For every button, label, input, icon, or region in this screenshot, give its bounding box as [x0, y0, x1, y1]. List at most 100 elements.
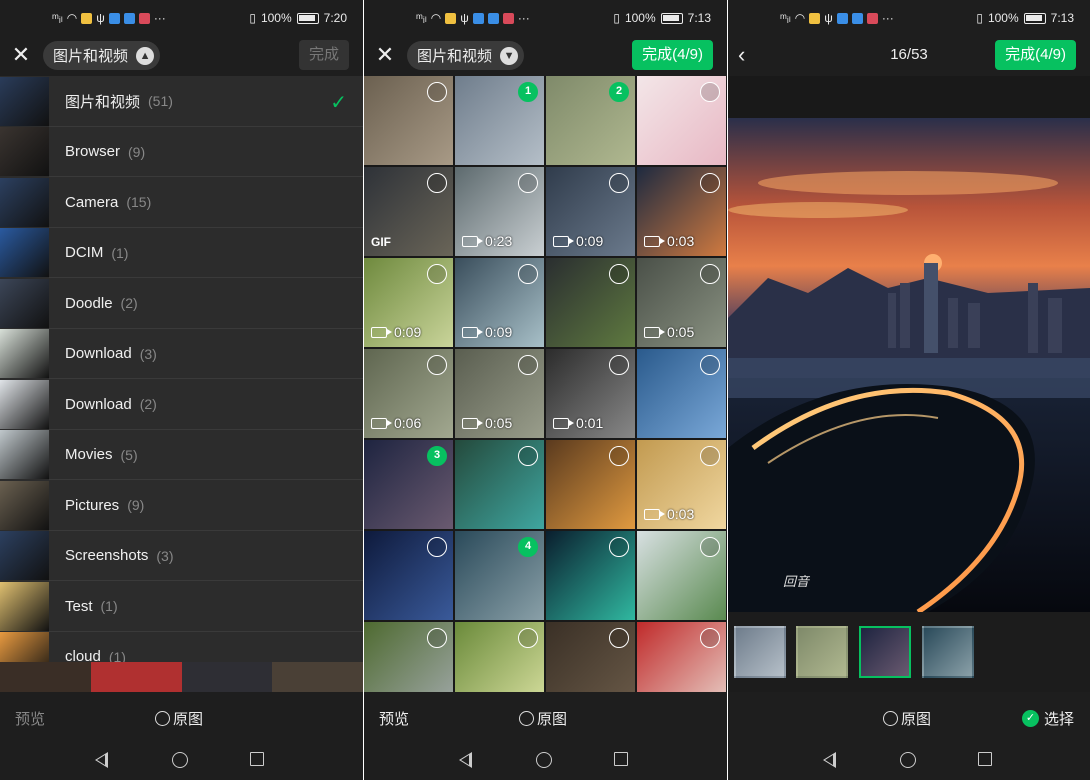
photo-thumbnail[interactable] [455, 440, 544, 529]
back-nav-icon[interactable] [823, 752, 836, 768]
video-thumbnail[interactable]: 0:05 [637, 258, 726, 347]
video-duration: 0:03 [667, 233, 695, 249]
album-item[interactable]: 图片和视频 (51) ✓ [0, 76, 363, 127]
select-circle[interactable] [518, 173, 538, 193]
video-thumbnail[interactable]: 0:09 [364, 258, 453, 347]
preview-button[interactable]: 预览 [379, 708, 409, 729]
selected-thumbnail[interactable] [734, 626, 786, 678]
preview-photo[interactable]: 回音 [728, 118, 1090, 612]
select-circle[interactable] [700, 537, 720, 557]
preview-button[interactable]: 预览 [15, 708, 45, 729]
recents-nav-icon[interactable] [250, 752, 264, 766]
select-circle[interactable] [700, 264, 720, 284]
select-circle[interactable] [700, 355, 720, 375]
select-circle[interactable] [609, 446, 629, 466]
home-nav-icon[interactable] [900, 752, 916, 768]
album-item[interactable]: Screenshots (3) [0, 531, 363, 581]
select-circle[interactable] [700, 82, 720, 102]
selection-number-badge[interactable]: 4 [518, 537, 538, 557]
selection-number-badge[interactable]: 2 [609, 82, 629, 102]
select-toggle[interactable]: ✓ 选择 [1021, 708, 1074, 729]
home-nav-icon[interactable] [172, 752, 188, 768]
close-icon[interactable]: ✕ [10, 44, 32, 66]
recents-nav-icon[interactable] [614, 752, 628, 766]
select-circle[interactable] [427, 537, 447, 557]
select-circle[interactable] [427, 264, 447, 284]
close-icon[interactable]: ✕ [374, 44, 396, 66]
signal-icon: ᵐᵢₗ [52, 11, 63, 25]
photo-thumbnail[interactable] [546, 531, 635, 620]
album-item[interactable]: Download (2) [0, 379, 363, 430]
photo-thumbnail[interactable]: GIF [364, 167, 453, 256]
album-selector[interactable]: 图片和视频 ▲ [43, 41, 161, 70]
video-thumbnail[interactable]: 0:01 [546, 349, 635, 438]
photo-thumbnail[interactable] [455, 622, 544, 692]
select-circle[interactable] [427, 82, 447, 102]
photo-thumbnail[interactable] [637, 622, 726, 692]
selected-thumbnail-current[interactable] [859, 626, 911, 678]
photo-thumbnail[interactable] [637, 531, 726, 620]
album-item[interactable]: Download (3) [0, 329, 363, 379]
select-circle[interactable] [609, 173, 629, 193]
album-item[interactable]: cloud (1) [0, 632, 363, 662]
selected-thumbnail[interactable] [796, 626, 848, 678]
select-circle[interactable] [700, 446, 720, 466]
battery-icon [296, 12, 319, 24]
back-nav-icon[interactable] [95, 752, 108, 768]
selection-number-badge[interactable]: 3 [427, 446, 447, 466]
select-circle[interactable] [427, 173, 447, 193]
done-button[interactable]: 完成(4/9) [995, 40, 1076, 70]
album-selector[interactable]: 图片和视频 ▼ [407, 41, 525, 70]
original-image-toggle[interactable]: 原图 [155, 708, 203, 729]
photo-thumbnail[interactable]: 3 [364, 440, 453, 529]
album-item[interactable]: Pictures (9) [0, 480, 363, 531]
original-image-toggle[interactable]: 原图 [519, 708, 567, 729]
home-nav-icon[interactable] [536, 752, 552, 768]
photo-thumbnail[interactable]: 2 [546, 76, 635, 165]
select-circle[interactable] [609, 355, 629, 375]
done-button[interactable]: 完成 [298, 40, 349, 70]
selected-thumbnail[interactable] [922, 626, 974, 678]
back-nav-icon[interactable] [459, 752, 472, 768]
select-circle[interactable] [609, 628, 629, 648]
original-image-toggle[interactable]: 原图 [883, 708, 931, 729]
video-thumbnail[interactable]: 0:05 [455, 349, 544, 438]
select-circle[interactable] [518, 628, 538, 648]
select-circle[interactable] [518, 446, 538, 466]
select-circle[interactable] [518, 264, 538, 284]
selection-number-badge[interactable]: 1 [518, 82, 538, 102]
select-circle[interactable] [609, 537, 629, 557]
album-item[interactable]: Movies (5) [0, 430, 363, 480]
select-circle[interactable] [518, 355, 538, 375]
photo-thumbnail[interactable] [637, 349, 726, 438]
photo-thumbnail[interactable] [546, 622, 635, 692]
album-item[interactable]: Doodle (2) [0, 278, 363, 329]
select-circle[interactable] [609, 264, 629, 284]
photo-thumbnail[interactable] [364, 76, 453, 165]
select-circle[interactable] [427, 355, 447, 375]
select-circle[interactable] [427, 628, 447, 648]
photo-thumbnail[interactable]: 4 [455, 531, 544, 620]
video-thumbnail[interactable]: 0:09 [455, 258, 544, 347]
select-circle[interactable] [700, 628, 720, 648]
photo-thumbnail[interactable] [364, 531, 453, 620]
recents-nav-icon[interactable] [978, 752, 992, 766]
video-thumbnail[interactable]: 0:23 [455, 167, 544, 256]
photo-thumbnail[interactable]: 1 [455, 76, 544, 165]
video-thumbnail[interactable]: 0:03 [637, 440, 726, 529]
video-thumbnail[interactable]: 0:09 [546, 167, 635, 256]
album-item[interactable]: Camera (15) [0, 177, 363, 228]
photo-thumbnail[interactable] [546, 258, 635, 347]
done-button[interactable]: 完成(4/9) [632, 40, 713, 70]
video-thumbnail[interactable]: 0:03 [637, 167, 726, 256]
photo-thumbnail[interactable] [546, 440, 635, 529]
select-circle[interactable] [700, 173, 720, 193]
album-item[interactable]: Test (1) [0, 581, 363, 632]
album-item[interactable]: Browser (9) [0, 127, 363, 177]
album-item[interactable]: DCIM (1) [0, 228, 363, 278]
photo-thumbnail[interactable] [637, 76, 726, 165]
video-thumbnail[interactable]: 0:06 [364, 349, 453, 438]
album-count: (1) [100, 598, 118, 615]
video-info: 0:09 [462, 324, 512, 340]
photo-thumbnail[interactable] [364, 622, 453, 692]
